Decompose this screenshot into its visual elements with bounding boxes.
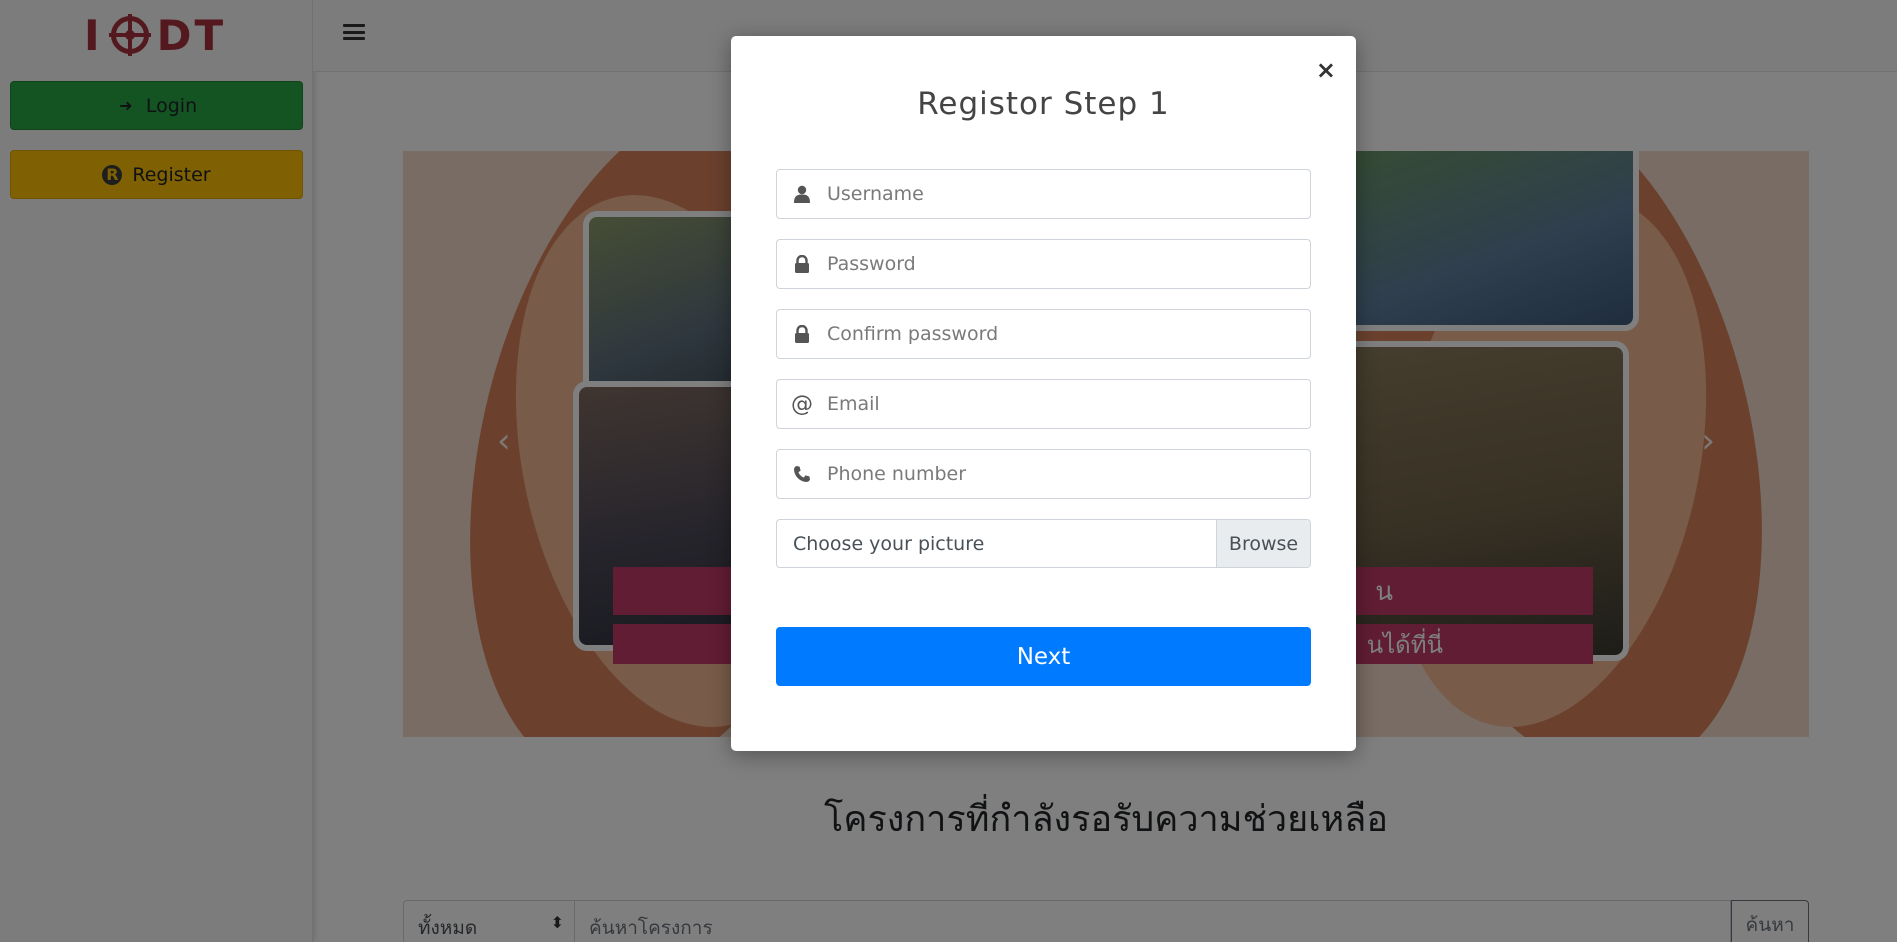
- phone-field[interactable]: Phone number: [776, 449, 1311, 499]
- lock-icon: [777, 325, 827, 343]
- confirm-password-placeholder: Confirm password: [827, 323, 999, 345]
- phone-icon: [777, 465, 827, 483]
- next-button[interactable]: Next: [776, 627, 1311, 686]
- email-field[interactable]: @ Email: [776, 379, 1311, 429]
- at-sign-icon: @: [791, 391, 813, 417]
- register-modal: × Registor Step 1 Username Password Conf…: [731, 36, 1356, 751]
- browse-button[interactable]: Browse: [1216, 520, 1310, 567]
- password-placeholder: Password: [827, 253, 916, 275]
- lock-icon: [777, 255, 827, 273]
- phone-placeholder: Phone number: [827, 463, 967, 485]
- confirm-password-field[interactable]: Confirm password: [776, 309, 1311, 359]
- picture-file-input[interactable]: Choose your picture Browse: [776, 519, 1311, 568]
- email-placeholder: Email: [827, 393, 880, 415]
- user-icon: [777, 185, 827, 203]
- password-field[interactable]: Password: [776, 239, 1311, 289]
- username-placeholder: Username: [827, 183, 924, 205]
- username-field[interactable]: Username: [776, 169, 1311, 219]
- close-icon[interactable]: ×: [1316, 58, 1336, 82]
- file-input-label: Choose your picture: [793, 532, 985, 555]
- modal-title: Registor Step 1: [917, 86, 1170, 122]
